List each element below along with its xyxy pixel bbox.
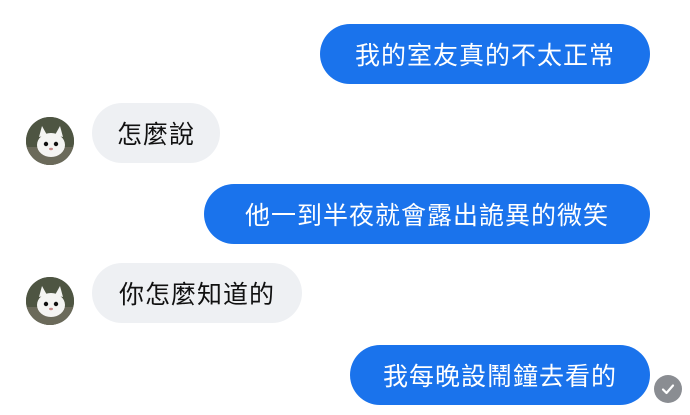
message-bubble-sent[interactable]: 我每晚設鬧鐘去看的 [350,345,650,405]
cat-avatar-image [26,117,74,165]
checkmark-circle-icon [654,375,682,403]
cat-avatar-icon[interactable] [26,117,74,165]
message-bubble-sent[interactable]: 他一到半夜就會露出詭異的微笑 [204,184,650,244]
cat-avatar-icon[interactable] [26,277,74,325]
cat-avatar-image [26,277,74,325]
message-bubble-received[interactable]: 怎麼說 [92,103,220,163]
checkmark-icon [661,384,675,395]
message-bubble-sent[interactable]: 我的室友真的不太正常 [320,24,650,84]
message-bubble-received[interactable]: 你怎麼知道的 [92,263,302,323]
chat-conversation: 我的室友真的不太正常 怎麼說 他一到半夜就會露出詭異的微笑 你怎麼知道的 我每晚… [0,0,690,415]
